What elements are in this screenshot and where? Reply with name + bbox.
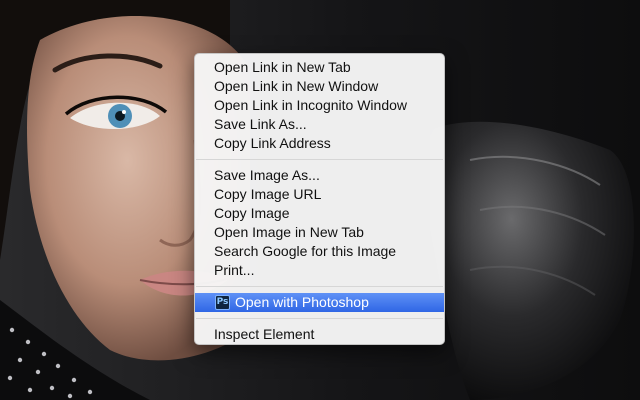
menu-item-open-link-new-tab[interactable]: Open Link in New Tab: [195, 58, 444, 77]
context-menu: Open Link in New Tab Open Link in New Wi…: [194, 53, 445, 345]
menu-item-open-image-new-tab[interactable]: Open Image in New Tab: [195, 223, 444, 242]
menu-item-open-with-photoshop[interactable]: Ps Open with Photoshop: [195, 293, 444, 312]
menu-separator: [196, 159, 443, 160]
menu-item-open-link-new-window[interactable]: Open Link in New Window: [195, 77, 444, 96]
browser-page: Open Link in New Tab Open Link in New Wi…: [0, 0, 640, 400]
menu-item-print[interactable]: Print...: [195, 261, 444, 280]
menu-item-search-google-image[interactable]: Search Google for this Image: [195, 242, 444, 261]
menu-separator: [196, 318, 443, 319]
menu-item-label: Open with Photoshop: [235, 294, 369, 310]
menu-separator: [196, 286, 443, 287]
menu-item-copy-image[interactable]: Copy Image: [195, 204, 444, 223]
menu-item-open-link-incognito[interactable]: Open Link in Incognito Window: [195, 96, 444, 115]
menu-item-inspect-element[interactable]: Inspect Element: [195, 325, 444, 344]
menu-item-copy-image-url[interactable]: Copy Image URL: [195, 185, 444, 204]
menu-item-save-image-as[interactable]: Save Image As...: [195, 166, 444, 185]
menu-item-copy-link-address[interactable]: Copy Link Address: [195, 134, 444, 153]
menu-item-save-link-as[interactable]: Save Link As...: [195, 115, 444, 134]
photoshop-icon: Ps: [215, 295, 230, 310]
